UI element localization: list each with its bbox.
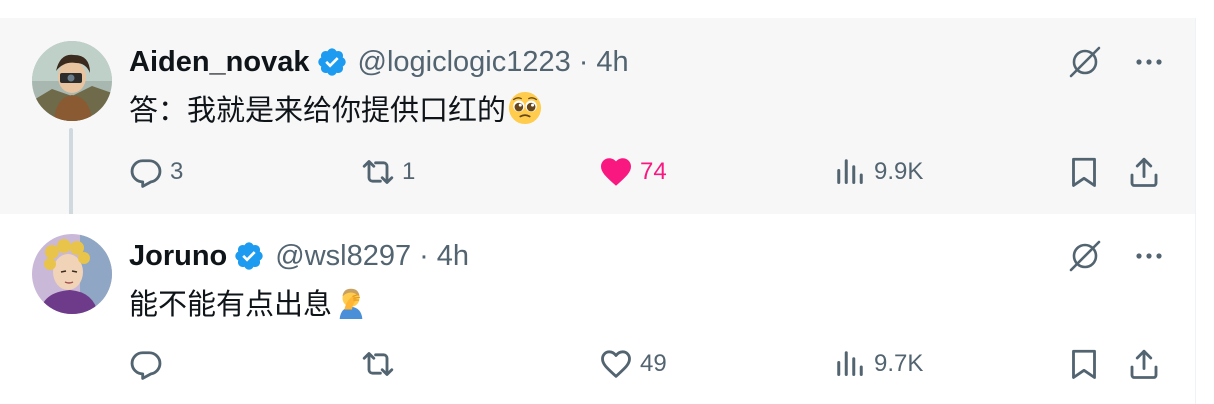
tweet-text-content: 答：我就是来给你提供口红的: [129, 95, 507, 127]
action-bar: 49 9.7K: [128, 344, 1168, 384]
share-button[interactable]: [1126, 344, 1168, 384]
tweet-top-actions: [1067, 44, 1165, 80]
repost-button[interactable]: 1: [360, 152, 415, 192]
tweet[interactable]: Aiden_novak @logiclogic1223 · 4h 答：我就是来给…: [0, 18, 1195, 244]
reply-button[interactable]: [128, 344, 170, 384]
grok-icon[interactable]: [1067, 238, 1103, 274]
repost-icon: [362, 352, 394, 376]
tweet-text-content: 能不能有点出息: [129, 289, 333, 321]
separator: ·: [419, 239, 429, 272]
bookmark-button[interactable]: [1066, 344, 1108, 384]
handle[interactable]: @logiclogic1223: [358, 46, 571, 79]
like-count: 74: [640, 158, 667, 185]
reply-icon: [130, 351, 162, 380]
like-button[interactable]: 49: [598, 344, 667, 384]
timestamp[interactable]: 4h: [596, 46, 628, 79]
more-icon[interactable]: [1133, 240, 1165, 272]
timestamp[interactable]: 4h: [437, 240, 469, 273]
timeline: Aiden_novak @logiclogic1223 · 4h 答：我就是来给…: [0, 0, 1196, 404]
bookmark-icon: [1072, 157, 1096, 187]
bookmark-icon: [1072, 349, 1096, 379]
views-icon: [837, 159, 863, 184]
display-name[interactable]: Aiden_novak: [129, 46, 310, 79]
views-icon: [837, 351, 863, 376]
views-button[interactable]: 9.9K: [832, 152, 923, 192]
display-name[interactable]: Joruno: [129, 240, 227, 273]
reply-icon: [130, 159, 162, 188]
verified-badge-icon[interactable]: [233, 240, 265, 272]
tweet-top-actions: [1067, 238, 1165, 274]
separator: ·: [578, 45, 589, 78]
reply-count: 3: [170, 158, 184, 185]
view-count: 9.7K: [874, 350, 924, 377]
action-bar: 3 1 74 9.9K: [128, 152, 1168, 192]
bookmark-button[interactable]: [1066, 152, 1108, 192]
person-facepalming-emoji-icon: [339, 288, 363, 319]
tweet[interactable]: Joruno @wsl8297 · 4h 能不能有点出息 49 9.7K: [0, 214, 1195, 404]
repost-button[interactable]: [360, 344, 402, 384]
tweet-text: 答：我就是来给你提供口红的: [129, 88, 542, 128]
like-button[interactable]: 74: [598, 152, 667, 192]
view-count: 9.9K: [874, 158, 924, 185]
repost-icon: [362, 160, 394, 184]
grok-icon[interactable]: [1067, 44, 1103, 80]
reply-button[interactable]: 3: [128, 152, 183, 192]
top-strip: [0, 0, 1196, 18]
tweet-header: Joruno @wsl8297 · 4h: [129, 236, 469, 276]
tweet-text: 能不能有点出息: [129, 282, 368, 322]
share-icon: [1130, 349, 1158, 379]
verified-badge-icon[interactable]: [316, 46, 348, 78]
heart-icon: [601, 158, 631, 186]
like-count: 49: [640, 350, 667, 377]
pleading-face-emoji-icon: [508, 91, 542, 125]
share-button[interactable]: [1126, 152, 1168, 192]
tweet-header: Aiden_novak @logiclogic1223 · 4h: [129, 42, 629, 82]
avatar[interactable]: [32, 234, 112, 314]
share-icon: [1130, 157, 1158, 187]
heart-icon: [601, 350, 631, 378]
more-icon[interactable]: [1133, 46, 1165, 78]
avatar[interactable]: [32, 41, 112, 121]
views-button[interactable]: 9.7K: [832, 344, 923, 384]
repost-count: 1: [402, 158, 416, 185]
handle[interactable]: @wsl8297: [275, 240, 411, 273]
